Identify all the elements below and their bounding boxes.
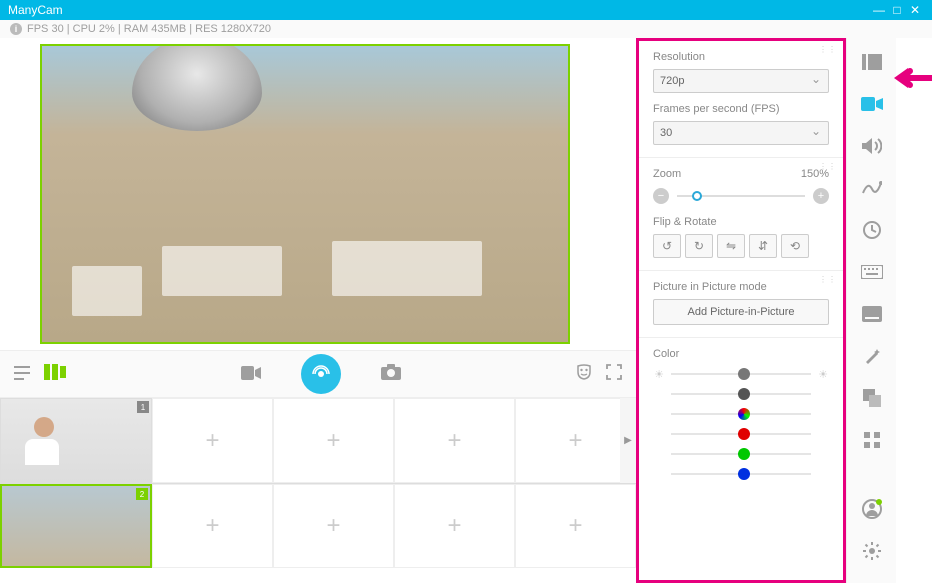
thumb-number: 1 — [137, 401, 149, 413]
mask-icon[interactable] — [576, 364, 592, 385]
window-titlebar: ManyCam — □ ✕ — [0, 0, 932, 20]
grid-pager-right[interactable]: ▶ — [620, 398, 636, 483]
contrast-slider[interactable] — [671, 393, 811, 395]
zoom-label: Zoom — [653, 168, 681, 180]
red-slider[interactable] — [671, 433, 811, 435]
add-source-slot[interactable]: + — [152, 484, 273, 568]
fps-select[interactable]: 30 — [653, 121, 829, 145]
apps-tab-icon[interactable] — [854, 422, 890, 458]
zoom-slider[interactable] — [677, 195, 805, 197]
rotate-cw-button[interactable]: ↻ — [685, 234, 713, 258]
camera-icon[interactable] — [381, 364, 401, 385]
right-sidebar — [846, 38, 896, 583]
drag-handle-icon[interactable]: ⋮⋮ — [819, 275, 837, 284]
status-text: FPS 30 | CPU 2% | RAM 435MB | RES 1280X7… — [27, 23, 271, 35]
settings-panel: ⋮⋮ Resolution 720p Frames per second (FP… — [636, 38, 846, 583]
preset-thumb-2[interactable]: 2 — [0, 484, 152, 568]
rotate-ccw-button[interactable]: ↺ — [653, 234, 681, 258]
zoom-out-button[interactable]: − — [653, 188, 669, 204]
green-slider[interactable] — [671, 453, 811, 455]
video-icon[interactable] — [241, 364, 261, 385]
close-button[interactable]: ✕ — [906, 3, 924, 17]
thumb-number: 2 — [136, 488, 148, 500]
drag-handle-icon[interactable]: ⋮⋮ — [819, 45, 837, 54]
app-title: ManyCam — [8, 3, 63, 17]
reset-flip-button[interactable]: ⟲ — [781, 234, 809, 258]
time-tab-icon[interactable] — [854, 212, 890, 248]
add-source-slot[interactable]: + — [273, 398, 394, 483]
flip-horizontal-button[interactable]: ⇋ — [717, 234, 745, 258]
add-source-slot[interactable]: + — [394, 398, 515, 483]
menu-icon[interactable] — [14, 364, 30, 385]
draw-tab-icon[interactable] — [854, 170, 890, 206]
add-source-slot[interactable]: + — [394, 484, 515, 568]
flip-vertical-button[interactable]: ⇵ — [749, 234, 777, 258]
keyboard-tab-icon[interactable] — [854, 254, 890, 290]
titles-tab-icon[interactable] — [854, 296, 890, 332]
fullscreen-icon[interactable] — [606, 364, 622, 385]
resolution-label: Resolution — [653, 51, 829, 63]
add-source-slot[interactable]: + — [515, 398, 636, 483]
video-tab-icon[interactable] — [854, 86, 890, 122]
add-source-slot[interactable]: + — [152, 398, 273, 483]
flip-rotate-label: Flip & Rotate — [653, 216, 829, 228]
drag-handle-icon[interactable]: ⋮⋮ — [819, 162, 837, 171]
broadcast-button[interactable] — [301, 354, 341, 394]
status-bar: i FPS 30 | CPU 2% | RAM 435MB | RES 1280… — [0, 20, 932, 38]
overlays-tab-icon[interactable] — [854, 380, 890, 416]
add-source-slot[interactable]: + — [515, 484, 636, 568]
blue-slider[interactable] — [671, 473, 811, 475]
brightness-slider[interactable] — [671, 373, 811, 375]
control-bar — [0, 350, 636, 398]
color-label: Color — [653, 348, 829, 360]
layers-icon[interactable] — [44, 364, 66, 385]
minimize-button[interactable]: — — [870, 3, 888, 17]
add-source-slot[interactable]: + — [273, 484, 394, 568]
effects-tab-icon[interactable] — [854, 338, 890, 374]
brightness-high-icon: ☀ — [817, 368, 829, 380]
brightness-low-icon: ☀ — [653, 368, 665, 380]
video-preview[interactable] — [40, 44, 570, 344]
dome-camera-graphic — [132, 44, 262, 131]
add-pip-button[interactable]: Add Picture-in-Picture — [653, 299, 829, 325]
settings-icon[interactable] — [854, 533, 890, 569]
pip-label: Picture in Picture mode — [653, 281, 829, 293]
zoom-in-button[interactable]: + — [813, 188, 829, 204]
maximize-button[interactable]: □ — [888, 3, 906, 17]
preset-thumb-1[interactable]: 1 — [0, 398, 152, 483]
info-icon: i — [10, 23, 22, 35]
presets-tab-icon[interactable] — [854, 44, 890, 80]
account-icon[interactable] — [854, 491, 890, 527]
fps-label: Frames per second (FPS) — [653, 103, 829, 115]
preset-grid: 1 + + + + ▶ 2 + + — [0, 398, 636, 583]
rgb-slider[interactable] — [671, 413, 811, 415]
resolution-select[interactable]: 720p — [653, 69, 829, 93]
audio-tab-icon[interactable] — [854, 128, 890, 164]
